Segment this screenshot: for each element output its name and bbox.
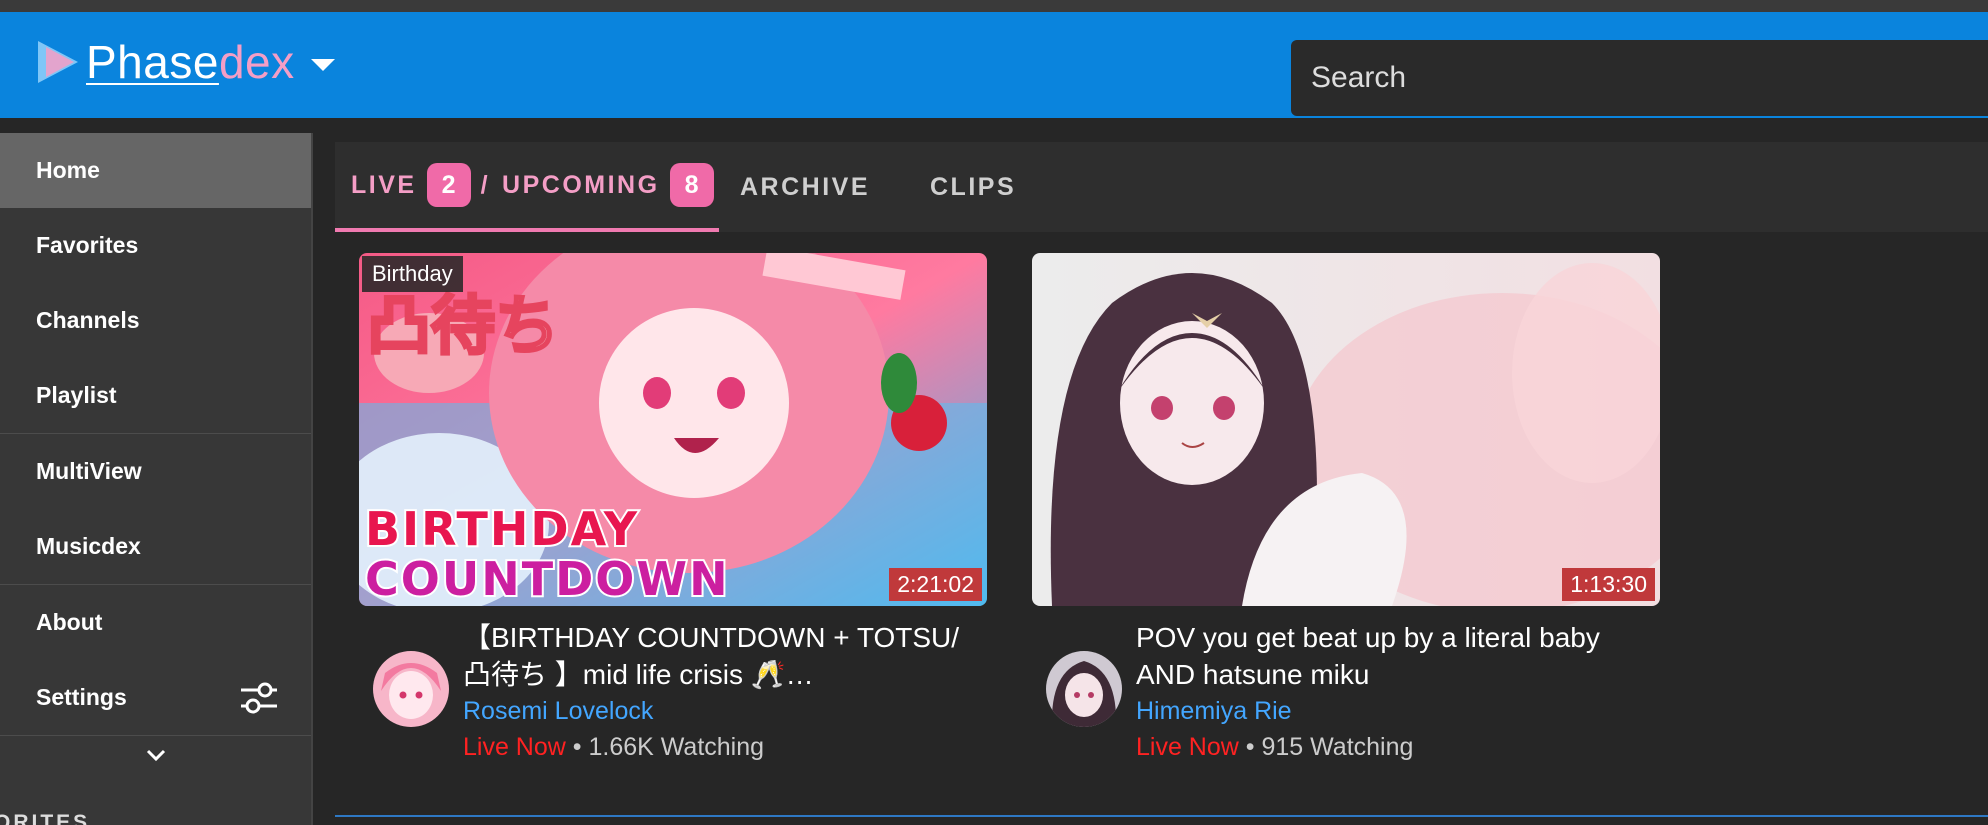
avatar-image bbox=[373, 651, 449, 727]
sidebar-item-settings[interactable]: Settings bbox=[0, 660, 311, 735]
logo-wordmark: Phasedex bbox=[86, 36, 295, 88]
sidebar-item-label: MultiView bbox=[36, 458, 142, 484]
sidebar-item-favorites[interactable]: Favorites bbox=[0, 208, 311, 283]
sidebar-item-about[interactable]: About bbox=[0, 585, 311, 660]
search-input[interactable] bbox=[1291, 40, 1988, 116]
video-card: 1:13:30 POV you get beat up by a literal… bbox=[1032, 253, 1660, 761]
tab-archive[interactable]: ARCHIVE bbox=[740, 142, 870, 232]
video-thumbnail[interactable]: 1:13:30 bbox=[1032, 253, 1660, 606]
video-thumbnail[interactable]: 凸待ち BIRTHDAY COUNTDOWN Birthday 2:21:02 bbox=[359, 253, 987, 606]
tab-bar: LIVE 2 / UPCOMING 8 ARCHIVE CLIPS bbox=[335, 142, 1988, 232]
thumbnail-image: 凸待ち BIRTHDAY COUNTDOWN bbox=[359, 253, 987, 606]
caret-down-icon[interactable] bbox=[310, 59, 335, 71]
sidebar: Home Favorites Channels Playlist MultiVi… bbox=[0, 133, 313, 825]
play-logo-icon bbox=[38, 41, 78, 83]
channel-name-link[interactable]: Himemiya Rie bbox=[1136, 693, 1656, 729]
duration-badge: 2:21:02 bbox=[889, 568, 982, 601]
logo-menu[interactable]: Phasedex bbox=[34, 36, 335, 88]
sidebar-item-home[interactable]: Home bbox=[0, 133, 311, 208]
sliders-icon[interactable] bbox=[239, 680, 279, 716]
expand-sidebar-button[interactable] bbox=[0, 736, 311, 774]
search-box[interactable] bbox=[1291, 40, 1988, 116]
video-title[interactable]: 【BIRTHDAY COUNTDOWN + TOTSU/凸待ち 】mid lif… bbox=[463, 619, 983, 693]
channel-name-link[interactable]: Rosemi Lovelock bbox=[463, 693, 983, 729]
sidebar-item-label: Favorites bbox=[36, 232, 139, 258]
chevron-down-icon bbox=[146, 749, 165, 762]
sidebar-item-playlist[interactable]: Playlist bbox=[0, 358, 311, 433]
app-bar: Phasedex bbox=[0, 12, 1988, 118]
tab-separator: / bbox=[480, 170, 491, 199]
tab-upcoming-label: UPCOMING bbox=[502, 170, 660, 199]
live-now-label: Live Now bbox=[463, 733, 566, 761]
live-count-badge: 2 bbox=[426, 163, 471, 207]
tab-live-label: LIVE bbox=[351, 170, 417, 199]
channel-avatar[interactable] bbox=[373, 651, 449, 727]
sidebar-item-channels[interactable]: Channels bbox=[0, 283, 311, 358]
topic-badge: Birthday bbox=[362, 256, 463, 292]
sidebar-item-label: Settings bbox=[36, 684, 127, 710]
sidebar-item-label: Home bbox=[36, 157, 100, 183]
thumbnail-image bbox=[1032, 253, 1660, 606]
video-title[interactable]: POV you get beat up by a literal baby AN… bbox=[1136, 619, 1656, 693]
duration-badge: 1:13:30 bbox=[1562, 568, 1655, 601]
section-divider bbox=[335, 815, 1988, 817]
viewer-count: • 915 Watching bbox=[1238, 733, 1414, 761]
sidebar-item-label: About bbox=[36, 609, 103, 635]
video-meta: POV you get beat up by a literal baby AN… bbox=[1136, 619, 1656, 765]
tab-clips[interactable]: CLIPS bbox=[930, 142, 1016, 232]
sidebar-item-label: Playlist bbox=[36, 382, 117, 408]
viewer-count: • 1.66K Watching bbox=[565, 733, 765, 761]
section-title-favorites: ORITES bbox=[0, 811, 91, 825]
video-card: 凸待ち BIRTHDAY COUNTDOWN Birthday 2:21:02 … bbox=[359, 253, 987, 761]
live-status: Live Now • 915 Watching bbox=[1136, 729, 1656, 765]
thumbnail-jp-text: 凸待ち bbox=[367, 290, 559, 364]
sidebar-item-multiview[interactable]: MultiView bbox=[0, 434, 311, 509]
thumbnail-text-line2: COUNTDOWN bbox=[365, 552, 730, 606]
window-top-strip bbox=[0, 0, 1988, 12]
sidebar-item-label: Channels bbox=[36, 307, 140, 333]
thumbnail-text-line1: BIRTHDAY bbox=[365, 502, 639, 556]
upcoming-count-badge: 8 bbox=[669, 163, 714, 207]
channel-avatar[interactable] bbox=[1046, 651, 1122, 727]
video-meta: 【BIRTHDAY COUNTDOWN + TOTSU/凸待ち 】mid lif… bbox=[463, 619, 983, 765]
avatar-image bbox=[1046, 651, 1122, 727]
sidebar-item-musicdex[interactable]: Musicdex bbox=[0, 509, 311, 584]
tab-live-upcoming[interactable]: LIVE 2 / UPCOMING 8 bbox=[335, 142, 719, 232]
live-status: Live Now • 1.66K Watching bbox=[463, 729, 983, 765]
live-now-label: Live Now bbox=[1136, 733, 1239, 761]
sidebar-item-label: Musicdex bbox=[36, 533, 141, 559]
